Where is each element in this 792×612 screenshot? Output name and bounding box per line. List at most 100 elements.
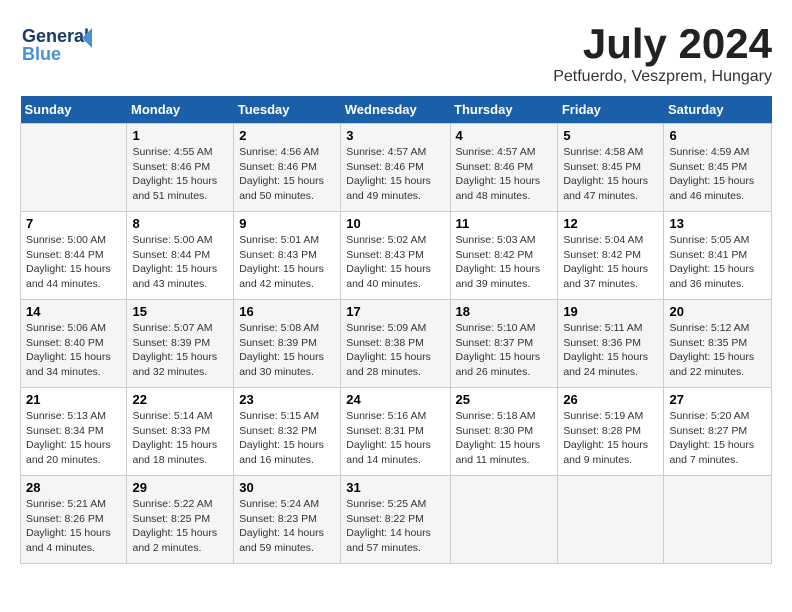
calendar-cell: 14 Sunrise: 5:06 AM Sunset: 8:40 PM Dayli… xyxy=(21,300,127,388)
calendar-table: SundayMondayTuesdayWednesdayThursdayFrid… xyxy=(20,96,772,564)
day-number: 13 xyxy=(669,216,766,231)
calendar-cell: 22Sunrise: 5:14 AM Sunset: 8:33 PM Dayli… xyxy=(127,388,234,476)
calendar-cell: 11Sunrise: 5:03 AM Sunset: 8:42 PM Dayli… xyxy=(450,212,558,300)
cell-content: Sunrise: 4:56 AM Sunset: 8:46 PM Dayligh… xyxy=(239,145,335,204)
cell-content: Sunrise: 5:03 AM Sunset: 8:42 PM Dayligh… xyxy=(456,233,553,292)
calendar-cell: 21 Sunrise: 5:13 AM Sunset: 8:34 PM Dayli… xyxy=(21,388,127,476)
calendar-cell: 6 Sunrise: 4:59 AM Sunset: 8:45 PM Daylig… xyxy=(664,124,772,212)
cell-content: Sunrise: 5:04 AM Sunset: 8:42 PM Dayligh… xyxy=(563,233,658,292)
calendar-cell: 1 Sunrise: 4:55 AM Sunset: 8:46 PM Daylig… xyxy=(127,124,234,212)
week-row-1: 1 Sunrise: 4:55 AM Sunset: 8:46 PM Daylig… xyxy=(21,124,772,212)
svg-text:General: General xyxy=(22,26,89,46)
cell-content: Sunrise: 5:16 AM Sunset: 8:31 PM Dayligh… xyxy=(346,409,444,468)
calendar-cell xyxy=(450,476,558,564)
calendar-header-row: SundayMondayTuesdayWednesdayThursdayFrid… xyxy=(21,96,772,124)
week-row-5: 28 Sunrise: 5:21 AM Sunset: 8:26 PM Dayli… xyxy=(21,476,772,564)
week-row-2: 7 Sunrise: 5:00 AM Sunset: 8:44 PM Daylig… xyxy=(21,212,772,300)
cell-content: Sunrise: 5:08 AM Sunset: 8:39 PM Dayligh… xyxy=(239,321,335,380)
cell-content: Sunrise: 5:18 AM Sunset: 8:30 PM Dayligh… xyxy=(456,409,553,468)
cell-content: Sunrise: 5:01 AM Sunset: 8:43 PM Dayligh… xyxy=(239,233,335,292)
day-number: 28 xyxy=(26,480,121,495)
day-number: 7 xyxy=(26,216,121,231)
cell-content: Sunrise: 5:11 AM Sunset: 8:36 PM Dayligh… xyxy=(563,321,658,380)
cell-content: Sunrise: 5:00 AM Sunset: 8:44 PM Dayligh… xyxy=(132,233,228,292)
title-block: July 2024 Petfuerdo, Veszprem, Hungary xyxy=(553,20,772,86)
svg-text:Blue: Blue xyxy=(22,44,61,64)
cell-content: Sunrise: 5:06 AM Sunset: 8:40 PM Dayligh… xyxy=(26,321,121,380)
day-number: 15 xyxy=(132,304,228,319)
calendar-cell: 27 Sunrise: 5:20 AM Sunset: 8:27 PM Dayli… xyxy=(664,388,772,476)
logo-svg: General Blue xyxy=(20,20,105,65)
calendar-cell: 4 Sunrise: 4:57 AM Sunset: 8:46 PM Daylig… xyxy=(450,124,558,212)
calendar-cell xyxy=(21,124,127,212)
page-header: General Blue July 2024 Petfuerdo, Veszpr… xyxy=(20,20,772,86)
calendar-cell: 8 Sunrise: 5:00 AM Sunset: 8:44 PM Daylig… xyxy=(127,212,234,300)
day-number: 12 xyxy=(563,216,658,231)
header-monday: Monday xyxy=(127,96,234,124)
cell-content: Sunrise: 4:57 AM Sunset: 8:46 PM Dayligh… xyxy=(346,145,444,204)
day-number: 1 xyxy=(132,128,228,143)
day-number: 26 xyxy=(563,392,658,407)
header-tuesday: Tuesday xyxy=(234,96,341,124)
calendar-cell: 30 Sunrise: 5:24 AM Sunset: 8:23 PM Dayli… xyxy=(234,476,341,564)
day-number: 14 xyxy=(26,304,121,319)
day-number: 27 xyxy=(669,392,766,407)
location-subtitle: Petfuerdo, Veszprem, Hungary xyxy=(553,68,772,86)
calendar-cell: 18Sunrise: 5:10 AM Sunset: 8:37 PM Dayli… xyxy=(450,300,558,388)
calendar-cell: 29 Sunrise: 5:22 AM Sunset: 8:25 PM Dayli… xyxy=(127,476,234,564)
cell-content: Sunrise: 5:24 AM Sunset: 8:23 PM Dayligh… xyxy=(239,497,335,556)
calendar-cell: 28 Sunrise: 5:21 AM Sunset: 8:26 PM Dayli… xyxy=(21,476,127,564)
calendar-cell: 17 Sunrise: 5:09 AM Sunset: 8:38 PM Dayli… xyxy=(341,300,450,388)
header-thursday: Thursday xyxy=(450,96,558,124)
cell-content: Sunrise: 5:07 AM Sunset: 8:39 PM Dayligh… xyxy=(132,321,228,380)
day-number: 30 xyxy=(239,480,335,495)
day-number: 2 xyxy=(239,128,335,143)
day-number: 24 xyxy=(346,392,444,407)
calendar-cell: 10 Sunrise: 5:02 AM Sunset: 8:43 PM Dayli… xyxy=(341,212,450,300)
cell-content: Sunrise: 5:09 AM Sunset: 8:38 PM Dayligh… xyxy=(346,321,444,380)
cell-content: Sunrise: 5:13 AM Sunset: 8:34 PM Dayligh… xyxy=(26,409,121,468)
week-row-4: 21 Sunrise: 5:13 AM Sunset: 8:34 PM Dayli… xyxy=(21,388,772,476)
calendar-cell: 12 Sunrise: 5:04 AM Sunset: 8:42 PM Dayli… xyxy=(558,212,664,300)
day-number: 16 xyxy=(239,304,335,319)
cell-content: Sunrise: 4:58 AM Sunset: 8:45 PM Dayligh… xyxy=(563,145,658,204)
calendar-cell: 20Sunrise: 5:12 AM Sunset: 8:35 PM Dayli… xyxy=(664,300,772,388)
calendar-cell: 9 Sunrise: 5:01 AM Sunset: 8:43 PM Daylig… xyxy=(234,212,341,300)
day-number: 25 xyxy=(456,392,553,407)
day-number: 5 xyxy=(563,128,658,143)
day-number: 4 xyxy=(456,128,553,143)
calendar-cell: 15 Sunrise: 5:07 AM Sunset: 8:39 PM Dayli… xyxy=(127,300,234,388)
calendar-cell: 25 Sunrise: 5:18 AM Sunset: 8:30 PM Dayli… xyxy=(450,388,558,476)
cell-content: Sunrise: 5:19 AM Sunset: 8:28 PM Dayligh… xyxy=(563,409,658,468)
header-friday: Friday xyxy=(558,96,664,124)
day-number: 31 xyxy=(346,480,444,495)
calendar-cell: 31Sunrise: 5:25 AM Sunset: 8:22 PM Dayli… xyxy=(341,476,450,564)
day-number: 20 xyxy=(669,304,766,319)
calendar-cell: 2 Sunrise: 4:56 AM Sunset: 8:46 PM Daylig… xyxy=(234,124,341,212)
cell-content: Sunrise: 5:05 AM Sunset: 8:41 PM Dayligh… xyxy=(669,233,766,292)
day-number: 22 xyxy=(132,392,228,407)
day-number: 6 xyxy=(669,128,766,143)
calendar-cell: 13 Sunrise: 5:05 AM Sunset: 8:41 PM Dayli… xyxy=(664,212,772,300)
week-row-3: 14 Sunrise: 5:06 AM Sunset: 8:40 PM Dayli… xyxy=(21,300,772,388)
cell-content: Sunrise: 4:59 AM Sunset: 8:45 PM Dayligh… xyxy=(669,145,766,204)
cell-content: Sunrise: 5:20 AM Sunset: 8:27 PM Dayligh… xyxy=(669,409,766,468)
day-number: 8 xyxy=(132,216,228,231)
day-number: 29 xyxy=(132,480,228,495)
day-number: 10 xyxy=(346,216,444,231)
logo: General Blue xyxy=(20,20,110,70)
cell-content: Sunrise: 5:02 AM Sunset: 8:43 PM Dayligh… xyxy=(346,233,444,292)
cell-content: Sunrise: 5:22 AM Sunset: 8:25 PM Dayligh… xyxy=(132,497,228,556)
day-number: 23 xyxy=(239,392,335,407)
day-number: 21 xyxy=(26,392,121,407)
day-number: 9 xyxy=(239,216,335,231)
day-number: 17 xyxy=(346,304,444,319)
header-sunday: Sunday xyxy=(21,96,127,124)
cell-content: Sunrise: 4:57 AM Sunset: 8:46 PM Dayligh… xyxy=(456,145,553,204)
header-saturday: Saturday xyxy=(664,96,772,124)
header-wednesday: Wednesday xyxy=(341,96,450,124)
day-number: 3 xyxy=(346,128,444,143)
day-number: 18 xyxy=(456,304,553,319)
cell-content: Sunrise: 4:55 AM Sunset: 8:46 PM Dayligh… xyxy=(132,145,228,204)
cell-content: Sunrise: 5:21 AM Sunset: 8:26 PM Dayligh… xyxy=(26,497,121,556)
